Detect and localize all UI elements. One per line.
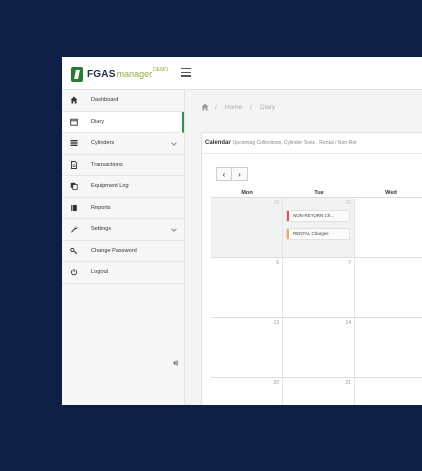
sidebar-item-cylinders[interactable]: Cylinders — [62, 133, 184, 155]
sidebar: Dashboard Diary Cylinders Transactions E… — [62, 90, 185, 405]
sidebar-item-reports[interactable]: Reports — [62, 198, 184, 219]
calendar-event-non-return[interactable]: NON-RETURN Ch... — [286, 210, 350, 222]
calendar-week: 29 30 NON-RETURN Ch... RENTAL Charges — [211, 198, 422, 258]
wrench-icon — [69, 224, 79, 234]
day-number: 14 — [345, 320, 351, 326]
event-label: NON-RETURN Ch... — [293, 213, 335, 218]
panel-header: Calendar Upcoming Collections, Cylinder … — [202, 133, 422, 154]
sidebar-item-label: Cylinders — [91, 140, 115, 147]
event-color-bar — [287, 211, 289, 221]
sidebar-item-label: Equipment Log — [91, 183, 129, 190]
day-number: 29 — [273, 200, 279, 206]
chevron-down-icon[interactable] — [171, 140, 177, 146]
day-header-tue: Tue — [314, 190, 324, 196]
breadcrumb-current: Diary — [259, 103, 276, 111]
hamburger-menu-icon[interactable] — [181, 68, 191, 78]
event-label: RENTAL Charges — [293, 231, 329, 236]
calendar-day[interactable]: 7 — [283, 258, 355, 317]
calendar-day[interactable]: 14 — [283, 318, 355, 377]
fgas-logo-icon — [71, 66, 83, 82]
day-number: 30 — [345, 200, 351, 206]
calendar-day[interactable]: 13 — [211, 318, 283, 377]
sidebar-item-label: Settings — [91, 226, 112, 233]
sidebar-item-equipment-log[interactable]: Equipment Log — [62, 176, 184, 198]
sidebar-item-label: Diary — [91, 118, 105, 125]
sidebar-item-change-password[interactable]: Change Password — [62, 241, 184, 262]
prev-button[interactable]: ‹ — [216, 167, 232, 181]
calendar-panel: Calendar Upcoming Collections, Cylinder … — [201, 132, 422, 405]
sidebar-item-label: Change Password — [91, 247, 137, 254]
calendar-week: 13 14 — [211, 318, 422, 378]
brand-logo[interactable]: FGAS manager DEMO — [71, 66, 168, 82]
chevron-down-icon[interactable] — [171, 226, 177, 232]
sidebar-item-settings[interactable]: Settings — [62, 219, 184, 241]
breadcrumb: / Home / Diary — [201, 103, 275, 111]
app-window: FGAS manager DEMO Dashboard Diary Cylind… — [62, 57, 422, 405]
sidebar-collapse-icon[interactable] — [172, 354, 180, 366]
home-icon[interactable] — [201, 103, 209, 111]
top-bar: FGAS manager DEMO — [62, 57, 422, 90]
panel-subtitle: Upcoming Collections, Cylinder Tests , R… — [232, 140, 357, 146]
document-icon — [69, 160, 79, 170]
calendar-day[interactable] — [355, 378, 422, 405]
sidebar-item-label: Reports — [91, 204, 111, 211]
sidebar-item-label: Dashboard — [91, 97, 119, 104]
breadcrumb-separator: / — [215, 103, 217, 111]
day-number: 20 — [273, 380, 279, 386]
event-color-bar — [287, 229, 289, 239]
sidebar-item-label: Transactions — [91, 161, 123, 168]
key-icon — [69, 246, 79, 256]
day-number: 6 — [276, 260, 279, 266]
calendar-week: 20 21 — [211, 378, 422, 405]
calendar-day[interactable]: 6 — [211, 258, 283, 317]
breadcrumb-separator: / — [250, 103, 252, 111]
breadcrumb-home-link[interactable]: Home — [225, 104, 242, 111]
calendar-day[interactable]: 30 NON-RETURN Ch... RENTAL Charges — [283, 198, 355, 257]
calendar-grid: Mon Tue Wed 29 30 NON-RETURN Ch... RENTA… — [211, 188, 422, 405]
calendar-icon — [69, 117, 79, 127]
day-header-mon: Mon — [241, 190, 253, 196]
sidebar-item-transactions[interactable]: Transactions — [62, 155, 184, 176]
main-content: / Home / Diary Calendar Upcoming Collect… — [185, 90, 422, 405]
day-header-wed: Wed — [385, 190, 397, 196]
calendar-day[interactable]: 21 — [283, 378, 355, 405]
power-icon — [69, 267, 79, 277]
calendar-day[interactable] — [355, 318, 422, 377]
book-icon — [69, 203, 79, 213]
home-icon — [69, 95, 79, 105]
calendar-week: 6 7 — [211, 258, 422, 318]
calendar-nav-buttons: ‹ › — [216, 167, 248, 181]
sidebar-item-logout[interactable]: Logout — [62, 262, 184, 284]
calendar-day[interactable]: 20 — [211, 378, 283, 405]
sidebar-item-label: Logout — [91, 269, 109, 276]
brand-fgas: FGAS — [87, 68, 116, 80]
panel-title: Calendar — [205, 140, 231, 146]
calendar-day[interactable]: 29 — [211, 198, 283, 257]
calendar-day[interactable] — [355, 198, 422, 257]
next-button[interactable]: › — [232, 167, 248, 181]
day-number: 21 — [345, 380, 351, 386]
brand-demo: DEMO — [153, 67, 169, 73]
calendar-event-rental[interactable]: RENTAL Charges — [286, 228, 350, 240]
sidebar-item-diary[interactable]: Diary — [62, 111, 184, 133]
sidebar-item-dashboard[interactable]: Dashboard — [62, 90, 184, 112]
brand-manager: manager — [116, 69, 153, 79]
calendar-header: Mon Tue Wed — [211, 188, 422, 198]
day-number: 13 — [273, 320, 279, 326]
calendar-day[interactable] — [355, 258, 422, 317]
day-number: 7 — [348, 260, 351, 266]
copy-icon — [69, 181, 79, 191]
list-icon — [69, 138, 79, 148]
